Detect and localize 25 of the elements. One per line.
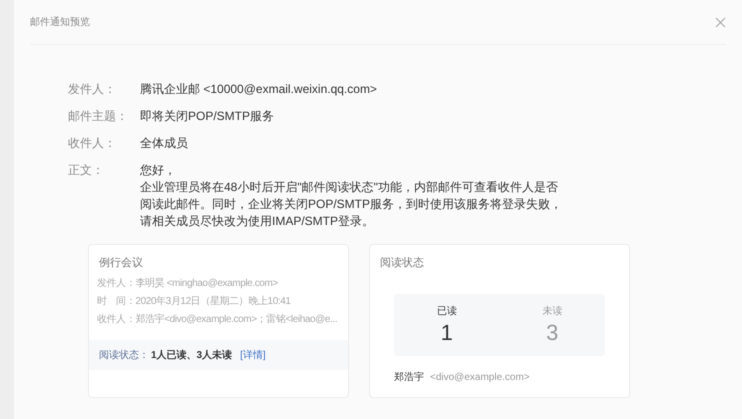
mail-meta: 发件人：李明昊 <minghao@example.com>: [97, 276, 278, 290]
field-label: 正文：: [68, 162, 105, 179]
dialog-title: 邮件通知预览: [30, 16, 90, 29]
details-link[interactable]: [详情]: [240, 348, 266, 362]
body-text-line: 企业管理员将在48小时后开启"邮件阅读状态"功能，内部邮件可查看收件人是否: [140, 179, 559, 196]
mail-meta: 收件人：郑浩宇<divo@example.com>；雷铭<leihao@e...: [97, 312, 338, 326]
reader-email: <divo@example.com>: [430, 372, 530, 383]
status-value: 1人已读、3人未读: [151, 348, 232, 362]
field-value: 全体成员: [140, 135, 188, 152]
field-value: 即将关闭POP/SMTP服务: [140, 108, 274, 125]
field-label: 收件人：: [68, 135, 117, 152]
mail-meta: 时 间：2020年3月12日（星期二）晚上10:41: [97, 294, 291, 308]
body-text-line: 您好，: [140, 162, 177, 179]
field-label: 邮件主题：: [68, 108, 129, 125]
field-value: 腾讯企业邮 <10000@exmail.weixin.qq.com>: [140, 81, 377, 98]
field-label: 发件人：: [68, 81, 117, 98]
body-text-line: 请相关成员尽快改为使用IMAP/SMTP登录。: [140, 213, 376, 230]
reader-name: 郑浩宇: [394, 370, 424, 384]
body-text-line: 阅读此邮件。同时，企业将关闭POP/SMTP服务，到时使用该服务将登录失败，: [140, 196, 562, 213]
stat-tab[interactable]: 已读 1: [394, 294, 500, 356]
close-icon[interactable]: [715, 16, 726, 28]
card-title: 阅读状态: [380, 256, 425, 270]
status-label: 阅读状态：: [99, 348, 149, 362]
stat-tab[interactable]: 未读 3: [500, 294, 605, 356]
mail-subject: 例行会议: [99, 256, 144, 270]
